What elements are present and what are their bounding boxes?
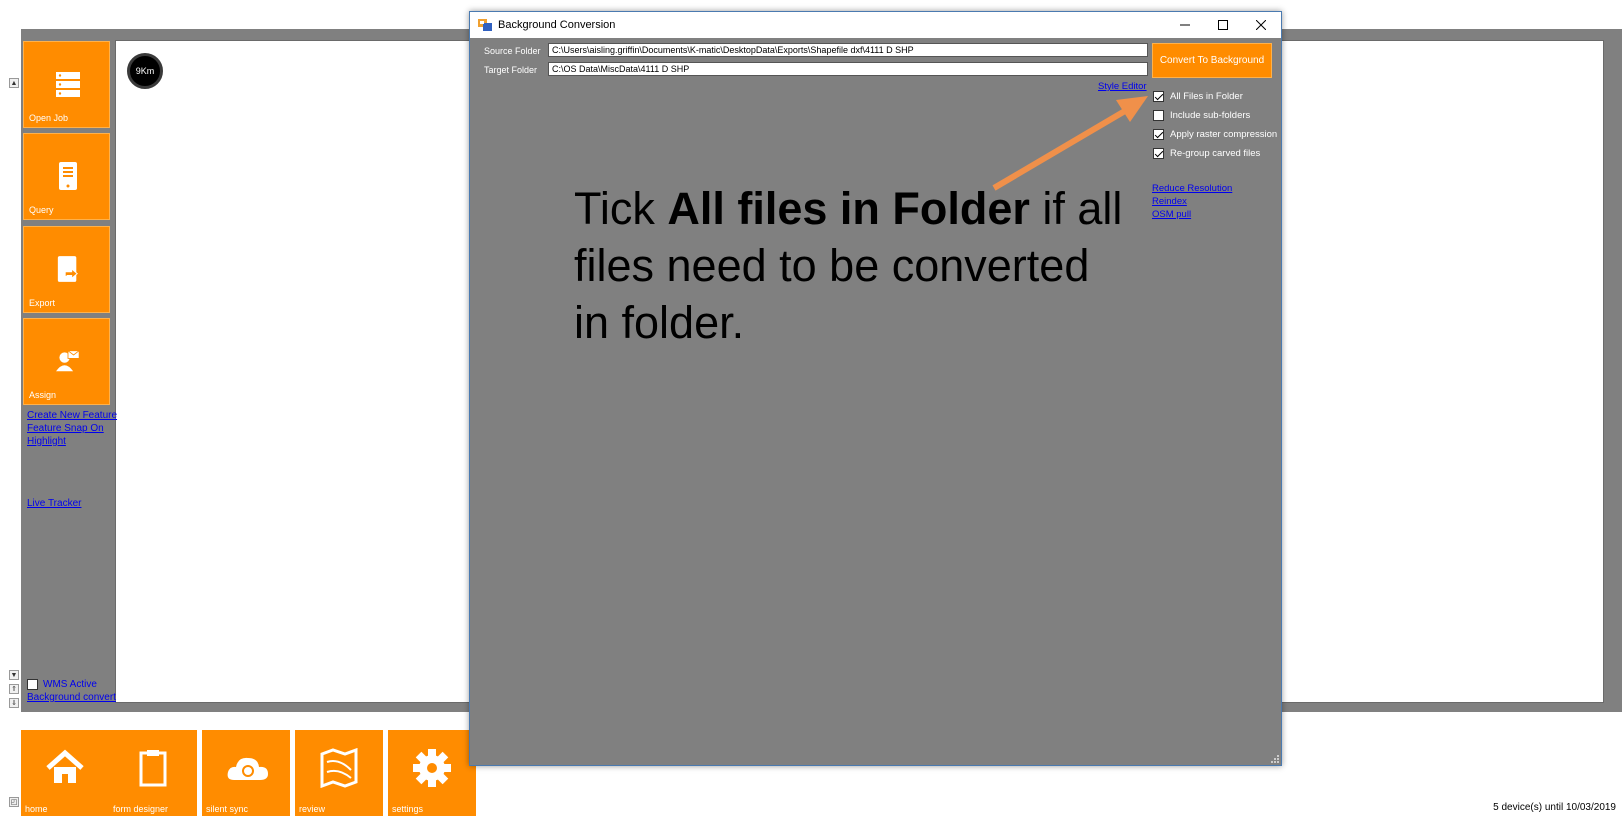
scroll-bottom-icon[interactable]: ⇓	[9, 698, 19, 708]
wms-checkbox[interactable]	[27, 679, 38, 690]
tile-label: Query	[29, 205, 54, 215]
app-window: ▲ ▼ ⇑ ⇓ ◰ 9Km Open Job Query Export Assi…	[0, 0, 1624, 816]
assign-user-icon	[56, 350, 80, 372]
cloud-sync-icon	[227, 757, 268, 780]
server-icon	[56, 72, 80, 97]
export-icon	[57, 256, 78, 282]
highlight-link[interactable]: Highlight	[27, 436, 66, 447]
home-icon	[46, 749, 84, 783]
tablet-icon	[59, 162, 77, 190]
background-conversion-dialog: Background Conversion Source Folder Targ…	[469, 11, 1282, 766]
tile-label: form designer	[113, 804, 169, 814]
map-scale-badge: 9Km	[127, 53, 163, 89]
resize-icon[interactable]: ◰	[9, 797, 19, 807]
wms-active-toggle[interactable]: WMS Active	[27, 679, 97, 690]
review-button[interactable]: review	[295, 730, 383, 816]
tile-label: Assign	[29, 390, 57, 400]
gear-icon	[413, 749, 451, 787]
scroll-up-icon[interactable]: ▲	[9, 78, 19, 88]
query-button[interactable]: Query	[23, 133, 110, 220]
tile-label: silent sync	[206, 804, 249, 814]
license-status: 5 device(s) until 10/03/2019	[1493, 802, 1616, 813]
map-icon	[320, 748, 358, 788]
create-new-feature-link[interactable]: Create New Feature	[27, 410, 117, 421]
feature-snap-link[interactable]: Feature Snap On	[27, 423, 104, 434]
resize-grip-icon[interactable]	[1271, 755, 1279, 763]
tile-label: Export	[29, 298, 56, 308]
home-button[interactable]: home	[21, 730, 109, 816]
scroll-top-icon[interactable]: ⇑	[9, 684, 19, 694]
wms-label: WMS Active	[43, 679, 97, 690]
tile-label: settings	[392, 804, 424, 814]
background-convert-link[interactable]: Background convert	[27, 692, 116, 703]
scroll-down-icon[interactable]: ▼	[9, 670, 19, 680]
tile-label: Open Job	[29, 113, 69, 123]
live-tracker-link[interactable]: Live Tracker	[27, 498, 81, 509]
silent-sync-button[interactable]: silent sync	[202, 730, 290, 816]
export-button[interactable]: Export	[23, 226, 110, 313]
settings-button[interactable]: settings	[388, 730, 476, 816]
tile-label: home	[25, 804, 48, 814]
pointer-arrow-icon	[992, 96, 1148, 191]
form-designer-button[interactable]: form designer	[109, 730, 197, 816]
open-job-button[interactable]: Open Job	[23, 41, 110, 128]
assign-button[interactable]: Assign	[23, 318, 110, 405]
tile-label: review	[299, 804, 326, 814]
clipboard-icon	[139, 750, 167, 787]
